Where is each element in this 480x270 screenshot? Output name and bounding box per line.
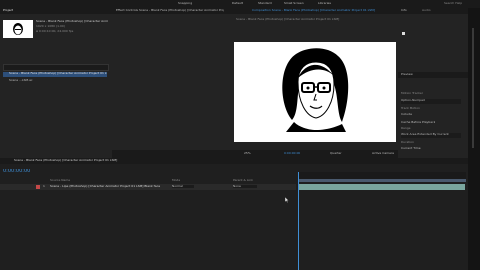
asset-thumbnail bbox=[3, 20, 33, 38]
workspace-libraries[interactable]: Libraries bbox=[318, 2, 331, 5]
workspace-small-screen[interactable]: Small Screen bbox=[284, 2, 304, 5]
project-item[interactable]: Scene ...LSM.ac bbox=[3, 79, 107, 84]
parent-header: Parent & Link bbox=[233, 179, 253, 182]
workspace-default[interactable]: Default bbox=[232, 2, 243, 5]
asset-info-2: Δ 0:00:10:00, 24.000 fps bbox=[36, 30, 74, 33]
preview-panel-header: Preview bbox=[398, 72, 468, 78]
project-panel: Project Scene - Blank Face (Photoshop) [… bbox=[0, 8, 112, 158]
layer-parent-select[interactable]: None bbox=[233, 185, 257, 188]
tab-effect-controls[interactable]: Effect Controls Scene - Blank Face (Phot… bbox=[116, 9, 224, 12]
section-label: Duration bbox=[401, 141, 415, 144]
viewer-controls: 25% 0:00:00:00 Quarter Active Camera bbox=[112, 150, 398, 158]
composition-panel: Effect Controls Scene - Blank Face (Phot… bbox=[112, 8, 398, 158]
timeline-panel: Scene - Blank Face (Photoshop) [Characte… bbox=[0, 158, 468, 270]
camera-select[interactable]: Active Camera bbox=[372, 152, 394, 155]
section-label: Motion Tracker bbox=[401, 92, 423, 95]
timeline-header: Scene - Blank Face (Photoshop) [Characte… bbox=[0, 158, 468, 164]
tab-audio[interactable]: Audio bbox=[422, 9, 431, 12]
comp-viewer[interactable] bbox=[234, 42, 396, 142]
right-panel: Info Audio Preview Motion Tracker Option… bbox=[398, 8, 468, 158]
right-scrollbar[interactable] bbox=[468, 8, 480, 270]
cache-checkbox[interactable]: Cache Before Playback bbox=[401, 121, 435, 124]
work-area-bar[interactable] bbox=[298, 179, 466, 182]
tab-preview[interactable]: Preview bbox=[401, 73, 413, 76]
layer-name[interactable]: Scene - Lipe (Photoshop) [Character Anim… bbox=[50, 185, 168, 188]
mode-header: Mode bbox=[172, 179, 181, 182]
zoom-select[interactable]: 25% bbox=[244, 152, 251, 155]
info-panel-header: Info Audio bbox=[398, 8, 468, 14]
timeline-timecode[interactable]: 0:00:00:00 bbox=[3, 169, 30, 174]
composition-tabs: Effect Controls Scene - Blank Face (Phot… bbox=[112, 8, 398, 14]
project-search-input[interactable] bbox=[3, 64, 109, 71]
option-numpad[interactable]: Option-Numpad bbox=[401, 99, 461, 104]
asset-name: Scene - Blank Face (Photoshop) [Characte… bbox=[36, 20, 108, 23]
project-panel-header: Project bbox=[0, 8, 112, 14]
toolbar-label-snapping[interactable]: Snapping bbox=[178, 2, 192, 5]
option-include[interactable]: Include bbox=[401, 113, 412, 116]
layer-number: 1 bbox=[43, 185, 45, 188]
cartoon-face-artwork bbox=[282, 48, 349, 132]
section-label: Range bbox=[401, 127, 411, 130]
top-toolbar: Snapping Default Standard Small Screen L… bbox=[0, 0, 480, 8]
tab-composition[interactable]: Composition Scene - Blank Face (Photosho… bbox=[252, 9, 392, 12]
color-swatch bbox=[402, 32, 405, 35]
comp-breadcrumb: Scene - Blank Face (Photoshop) [Characte… bbox=[236, 18, 340, 21]
search-help-input[interactable]: Search Help bbox=[444, 2, 462, 5]
viewer-timecode[interactable]: 0:00:00:00 bbox=[284, 152, 300, 155]
asset-info-1: 1920 x 1080 (1.00) bbox=[36, 25, 65, 28]
range-select[interactable]: Work Area Extended By Current bbox=[401, 133, 461, 138]
section-label: Track Motion bbox=[401, 107, 420, 110]
project-item[interactable]: Scene - Blank Face (Photoshop) [Characte… bbox=[3, 72, 107, 77]
timeline-tab[interactable]: Scene - Blank Face (Photoshop) [Characte… bbox=[14, 159, 134, 162]
workspace-standard[interactable]: Standard bbox=[258, 2, 272, 5]
source-name-header: Source Name bbox=[50, 179, 71, 182]
layer-duration-bar[interactable] bbox=[299, 184, 465, 190]
tab-info[interactable]: Info bbox=[401, 9, 407, 12]
layer-mode-select[interactable]: Normal bbox=[172, 185, 194, 188]
layer-row[interactable]: 1 Scene - Lipe (Photoshop) [Character An… bbox=[0, 184, 296, 190]
scrollbar-thumb[interactable] bbox=[472, 28, 474, 148]
current-time-select[interactable]: Current Time bbox=[401, 147, 421, 150]
face-thumbnail-icon bbox=[13, 23, 23, 35]
layer-label-color bbox=[36, 185, 40, 189]
resolution-select[interactable]: Quarter bbox=[330, 152, 342, 155]
mouse-cursor bbox=[284, 196, 290, 204]
project-tab[interactable]: Project bbox=[3, 9, 13, 12]
cursor-arrow-icon bbox=[284, 196, 290, 203]
